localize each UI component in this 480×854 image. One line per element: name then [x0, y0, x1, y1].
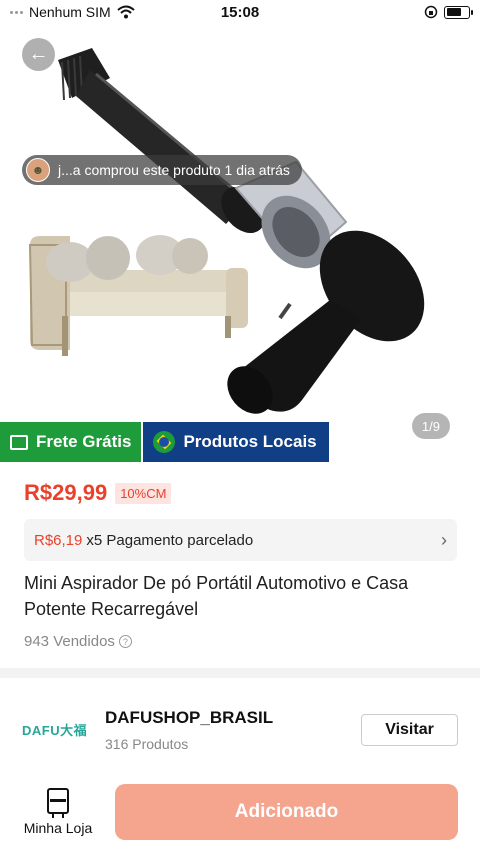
discount-tag: 10%CM — [115, 482, 172, 504]
local-products-badge: Produtos Locais — [141, 422, 329, 462]
product-price: R$29,99 — [24, 480, 108, 505]
status-right — [424, 5, 473, 19]
my-store-button[interactable]: Minha Loja — [22, 788, 94, 836]
sold-count: 943 Vendidos ? — [24, 633, 132, 650]
installment-price: R$6,19 — [34, 531, 83, 549]
installment-text: x5 Pagamento parcelado — [86, 531, 254, 549]
sold-count-text: 943 Vendidos — [24, 633, 115, 650]
sofa-illustration — [28, 235, 248, 356]
added-button[interactable]: Adicionado — [115, 784, 458, 840]
truck-icon — [10, 434, 28, 450]
status-bar: Nenhum SIM 15:08 — [0, 0, 480, 24]
shop-product-count: 316 Produtos — [105, 736, 189, 752]
wifi-icon — [117, 5, 135, 19]
battery-icon — [444, 5, 473, 19]
chevron-right-icon: › — [441, 529, 447, 550]
installment-option[interactable]: R$6,19 x5 Pagamento parcelado › — [24, 519, 457, 561]
free-shipping-label: Frete Grátis — [36, 432, 132, 451]
product-photo — [28, 48, 425, 414]
vacuum-illustration — [58, 48, 425, 414]
recent-purchase-text: j...a comprou este produto 1 dia atrás — [58, 162, 290, 178]
product-image-carousel[interactable]: ← ☻ j...a comprou este produto 1 dia atr… — [0, 0, 480, 462]
free-shipping-badge: Frete Grátis — [0, 422, 142, 462]
product-title: Mini Aspirador De pó Portátil Automotivo… — [24, 573, 409, 619]
local-products-label: Produtos Locais — [183, 432, 317, 451]
image-page-indicator: 1/9 — [411, 413, 450, 439]
signal-icon — [10, 10, 23, 14]
arrow-left-icon: ← — [28, 43, 49, 65]
shop-logo: DAFU大福 — [22, 723, 88, 738]
bottom-action-bar: Minha Loja Adicionado — [0, 776, 480, 854]
shop-name: DAFUSHOP_BRASIL — [105, 708, 274, 727]
section-divider — [0, 668, 480, 678]
status-left: Nenhum SIM — [10, 4, 135, 20]
back-button[interactable]: ← — [22, 38, 55, 71]
store-icon — [47, 788, 69, 818]
product-badges: Frete Grátis Produtos Locais — [0, 422, 329, 462]
help-icon[interactable]: ? — [118, 635, 132, 648]
shop-card[interactable]: DAFU大福 DAFUSHOP_BRASIL 316 Produtos Visi… — [0, 690, 480, 768]
orientation-lock-icon — [424, 5, 438, 19]
price-row: R$29,99 10%CM — [24, 480, 172, 506]
carrier-label: Nenhum SIM — [29, 4, 111, 20]
visit-shop-button[interactable]: Visitar — [361, 714, 458, 746]
brazil-flag-icon — [153, 431, 176, 453]
my-store-label: Minha Loja — [23, 820, 93, 836]
recent-purchase-toast: ☻ j...a comprou este produto 1 dia atrás — [22, 155, 302, 185]
avatar: ☻ — [26, 158, 50, 182]
